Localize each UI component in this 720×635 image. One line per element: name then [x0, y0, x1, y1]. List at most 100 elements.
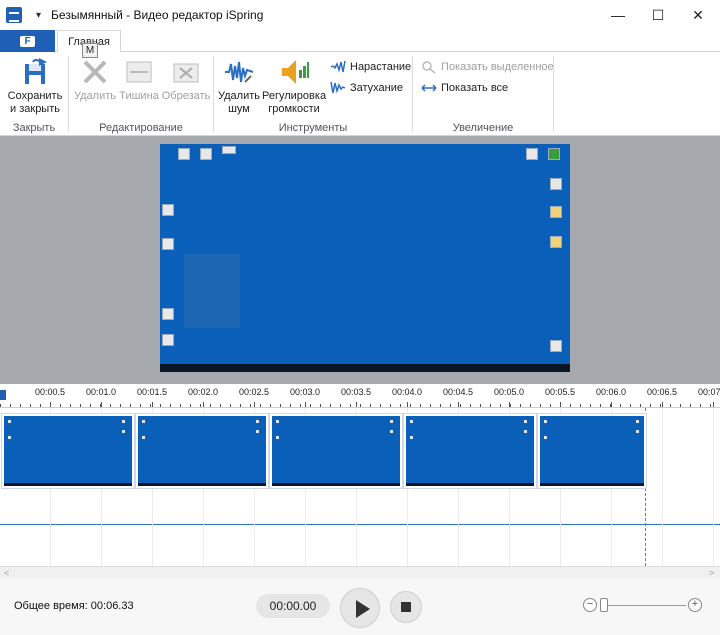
thumbnail-desktop-icon: [122, 430, 125, 433]
ruler-tick-label: 00:04.0: [391, 387, 423, 397]
ruler-minor-tick: [410, 404, 411, 407]
thumbnail-desktop-icon: [142, 420, 145, 423]
timeline-tracks[interactable]: [0, 408, 720, 566]
video-frame[interactable]: [160, 144, 570, 372]
ruler-tick-label: 00:07.0: [697, 387, 720, 397]
video-clip-thumbnail[interactable]: [135, 413, 269, 489]
trim-button[interactable]: Обрезать: [161, 56, 211, 103]
ruler-minor-tick: [110, 404, 111, 407]
zoom-all-icon: [421, 81, 437, 95]
fade-out-label: Затухание: [350, 82, 404, 94]
play-button[interactable]: [340, 588, 380, 628]
ruler-tick: [101, 402, 102, 407]
thumbnail-desktop-icon: [390, 430, 393, 433]
track-divider: [0, 524, 720, 525]
ribbon-tabs: F Главная: [0, 30, 720, 53]
fade-out-button[interactable]: Затухание: [330, 79, 403, 97]
ruler-minor-tick: [640, 404, 641, 407]
fade-in-icon: [330, 60, 346, 74]
selection-overlay: [184, 254, 240, 328]
folder-icon: [550, 206, 562, 218]
group-label-edit: Редактирование: [99, 122, 183, 134]
fade-in-button[interactable]: Нарастание: [330, 58, 411, 76]
desktop-shortcut-icon: [222, 146, 236, 154]
ruler-minor-tick: [590, 404, 591, 407]
ruler-minor-tick: [550, 404, 551, 407]
ruler-tick-label: 00:06.0: [595, 387, 627, 397]
ruler-minor-tick: [440, 404, 441, 407]
maximize-button[interactable]: ☐: [638, 0, 678, 30]
ruler-minor-tick: [560, 404, 561, 407]
silence-button[interactable]: Тишина: [117, 56, 161, 103]
ruler-minor-tick: [390, 404, 391, 407]
ruler-minor-tick: [450, 404, 451, 407]
ruler-minor-tick: [130, 404, 131, 407]
ruler-minor-tick: [80, 404, 81, 407]
thumbnail-desktop-icon: [276, 436, 279, 439]
video-clip-thumbnail[interactable]: [537, 413, 647, 489]
thumbnail-desktop-icon: [390, 420, 393, 423]
keytip-badge: M: [82, 43, 98, 58]
zoom-out-button[interactable]: −: [583, 598, 597, 612]
ruler-minor-tick: [260, 404, 261, 407]
ruler-minor-tick: [290, 404, 291, 407]
ruler-minor-tick: [190, 404, 191, 407]
playhead-marker[interactable]: [0, 384, 6, 408]
ruler-minor-tick: [370, 404, 371, 407]
ruler-minor-tick: [520, 404, 521, 407]
denoise-button[interactable]: Удалить шум: [216, 56, 262, 116]
delete-button[interactable]: Удалить: [73, 56, 117, 103]
timeline-ruler[interactable]: 00:00.5 00:01.0 00:01.5 00:02.0 00:02.5 00:03…: [0, 384, 720, 408]
desktop-shortcut-icon: [550, 178, 562, 190]
timeline-scrollbar[interactable]: < >: [0, 566, 720, 578]
ruler-tick-label: 00:04.5: [442, 387, 474, 397]
zoom-slider-thumb[interactable]: [600, 598, 608, 612]
ruler-minor-tick: [420, 404, 421, 407]
ruler-minor-tick: [200, 404, 201, 407]
thumbnail-desktop-icon: [256, 430, 259, 433]
quick-access-dropdown-icon[interactable]: ▾: [36, 10, 41, 21]
ruler-minor-tick: [670, 404, 671, 407]
volume-line1: Регулировка: [262, 90, 327, 102]
window-title: Безымянный - Видео редактор iSpring: [51, 8, 264, 22]
save-and-close-button[interactable]: Сохранить и закрыть: [6, 56, 64, 116]
stop-button[interactable]: [390, 591, 422, 623]
ruler-minor-tick: [510, 404, 511, 407]
thumbnail-desktop-icon: [256, 420, 259, 423]
ruler-minor-tick: [660, 404, 661, 407]
ruler-minor-tick: [240, 404, 241, 407]
video-clip-thumbnail[interactable]: [1, 413, 135, 489]
desktop-shortcut-icon: [526, 148, 538, 160]
volume-button[interactable]: Регулировка громкости: [262, 56, 326, 116]
group-close: Сохранить и закрыть Закрыть: [0, 52, 68, 136]
ruler-minor-tick: [300, 404, 301, 407]
show-selected-button[interactable]: Показать выделенное: [421, 58, 554, 76]
ruler-minor-tick: [150, 404, 151, 407]
ruler-minor-tick: [680, 404, 681, 407]
minimize-button[interactable]: —: [598, 0, 638, 30]
ruler-tick-label: 00:03.5: [340, 387, 372, 397]
show-all-button[interactable]: Показать все: [421, 79, 508, 97]
ruler-minor-tick: [10, 404, 11, 407]
app-icon[interactable]: [6, 7, 22, 23]
ruler-minor-tick: [380, 404, 381, 407]
ruler-tick-label: 00:06.5: [646, 387, 678, 397]
ruler-minor-tick: [350, 404, 351, 407]
desktop-shortcut-icon: [162, 238, 174, 250]
group-label-zoom: Увеличение: [452, 122, 514, 134]
close-button[interactable]: ✕: [678, 0, 718, 30]
silence-icon: [123, 56, 155, 88]
video-clip-thumbnail[interactable]: [269, 413, 403, 489]
zoom-in-button[interactable]: +: [688, 598, 702, 612]
folder-icon: [550, 236, 562, 248]
group-tools: Удалить шум Регулировка громкости Нараст…: [214, 52, 412, 136]
video-clip-thumbnail[interactable]: [403, 413, 537, 489]
zoom-slider-track[interactable]: [600, 605, 686, 606]
tab-file[interactable]: F: [0, 30, 55, 52]
ruler-tick-label: 00:01.0: [85, 387, 117, 397]
delete-icon: [79, 56, 111, 88]
ruler-tick: [407, 402, 408, 407]
ruler-tick-label: 00:00.5: [34, 387, 66, 397]
ruler-minor-tick: [430, 404, 431, 407]
ruler-minor-tick: [50, 404, 51, 407]
